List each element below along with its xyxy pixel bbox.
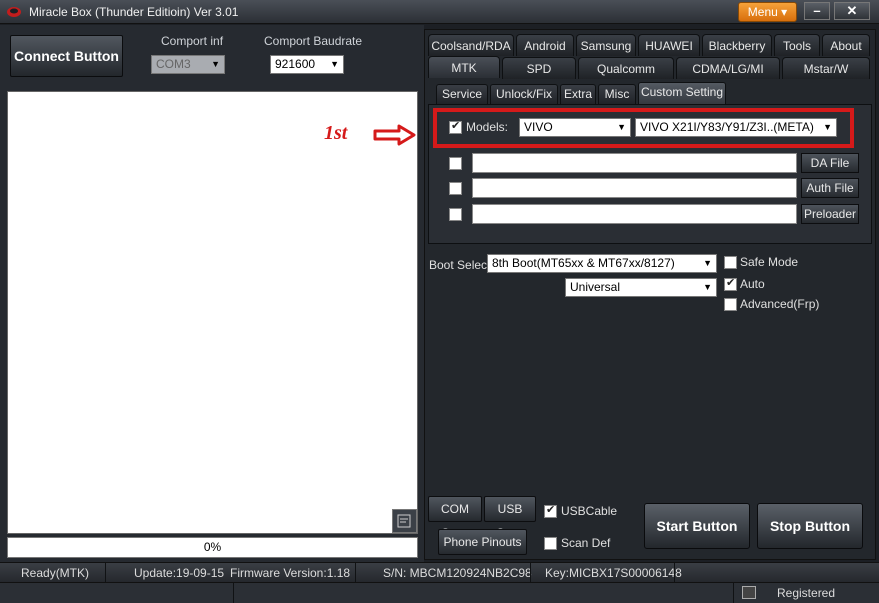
status-key: Key:MICBX17S00006148	[545, 566, 682, 580]
usb-cable-checkbox[interactable]	[544, 503, 557, 518]
chevron-down-icon: ▼	[703, 282, 712, 292]
boot-mode-select[interactable]: Universal ▼	[565, 278, 717, 297]
preloader-checkbox[interactable]	[449, 208, 462, 221]
tab-mtk[interactable]: MTK	[428, 56, 500, 78]
title-bar: Miracle Box (Thunder Editioin) Ver 3.01 …	[0, 0, 879, 24]
usb-scan-button[interactable]: USB Scan	[484, 496, 536, 540]
da-file-checkbox[interactable]	[449, 157, 462, 170]
status-update: Update:19-09-15	[134, 566, 225, 580]
auto-checkbox[interactable]	[724, 276, 737, 291]
scan-def-checkbox[interactable]	[544, 537, 557, 550]
baudrate-label: Comport Baudrate	[264, 34, 363, 48]
preloader-button[interactable]: Preloader	[801, 204, 859, 224]
tab-blackberry[interactable]: Blackberry	[702, 34, 772, 56]
comport-select[interactable]: COM3 ▼	[151, 55, 225, 74]
status-firmware: Firmware Version:1.18	[230, 566, 351, 580]
tab-samsung[interactable]: Samsung	[576, 34, 636, 56]
subtab-extra[interactable]: Extra	[560, 84, 596, 104]
subtab-unlock-fix[interactable]: Unlock/Fix	[490, 84, 558, 104]
boot-select[interactable]: 8th Boot(MT65xx & MT67xx/8127) ▼	[487, 254, 717, 273]
status-serial: S/N: MBCM120924NB2C98	[383, 566, 532, 580]
advanced-frp-checkbox[interactable]	[724, 298, 737, 311]
advanced-frp-label: Advanced(Frp)	[740, 297, 820, 311]
tab-mstar-w[interactable]: Mstar/W	[782, 57, 870, 79]
close-button[interactable]: ✕	[834, 2, 870, 20]
highlight-box	[433, 108, 854, 148]
usb-cable-label: USBCable	[561, 504, 618, 518]
baudrate-select[interactable]: 921600 ▼	[270, 55, 344, 74]
start-button[interactable]: Start Button	[644, 503, 750, 549]
log-area[interactable]	[7, 91, 418, 534]
da-file-input[interactable]	[472, 153, 797, 173]
minimize-button[interactable]: –	[804, 2, 830, 20]
footer-bar: Registered	[0, 582, 879, 603]
safe-mode-checkbox[interactable]	[724, 256, 737, 269]
com-scan-button[interactable]: COM Scan	[428, 496, 482, 540]
auth-file-checkbox[interactable]	[449, 182, 462, 195]
chevron-down-icon: ▼	[211, 59, 220, 69]
auth-file-button[interactable]: Auth File	[801, 178, 859, 198]
phone-pinouts-button[interactable]: Phone Pinouts	[438, 529, 527, 555]
chevron-down-icon: ▼	[330, 59, 339, 69]
preloader-input[interactable]	[472, 204, 797, 224]
status-ready: Ready(MTK)	[21, 566, 90, 580]
tab-spd[interactable]: SPD	[502, 57, 576, 79]
tab-about[interactable]: About	[822, 34, 870, 56]
tab-coolsand-rda[interactable]: Coolsand/RDA	[428, 34, 514, 56]
tab-huawei[interactable]: HUAWEI	[638, 34, 700, 56]
boot-select-label: Boot Select:	[429, 258, 494, 272]
window-title: Miracle Box (Thunder Editioin) Ver 3.01	[29, 5, 239, 19]
registered-icon	[742, 586, 756, 599]
tab-tools[interactable]: Tools	[774, 34, 820, 56]
subtab-custom-setting[interactable]: Custom Setting	[638, 82, 726, 104]
status-bar: Ready(MTK) Update:19-09-15 Firmware Vers…	[0, 562, 879, 583]
subtab-misc[interactable]: Misc	[598, 84, 636, 104]
safe-mode-label: Safe Mode	[740, 255, 799, 269]
status-registered: Registered	[777, 586, 836, 600]
arrow-right-icon	[373, 124, 416, 146]
tab-cdma-lg-mi[interactable]: CDMA/LG/MI	[676, 57, 780, 79]
save-log-icon[interactable]	[392, 509, 417, 533]
connect-button[interactable]: Connect Button	[10, 35, 123, 77]
da-file-button[interactable]: DA File	[801, 153, 859, 173]
progress-bar: 0%	[7, 537, 418, 558]
scan-def-label: Scan Def	[561, 536, 611, 550]
step-annotation: 1st	[324, 122, 348, 144]
chevron-down-icon: ▼	[703, 258, 712, 268]
app-logo-icon	[7, 7, 21, 17]
tab-qualcomm[interactable]: Qualcomm	[578, 57, 674, 79]
tab-android[interactable]: Android	[516, 34, 574, 56]
auth-file-input[interactable]	[472, 178, 797, 198]
stop-button[interactable]: Stop Button	[757, 503, 863, 549]
comport-label: Comport inf	[161, 34, 224, 48]
menu-button[interactable]: Menu ▾	[738, 2, 797, 22]
auto-label: Auto	[740, 277, 765, 291]
subtab-service[interactable]: Service	[436, 84, 488, 104]
